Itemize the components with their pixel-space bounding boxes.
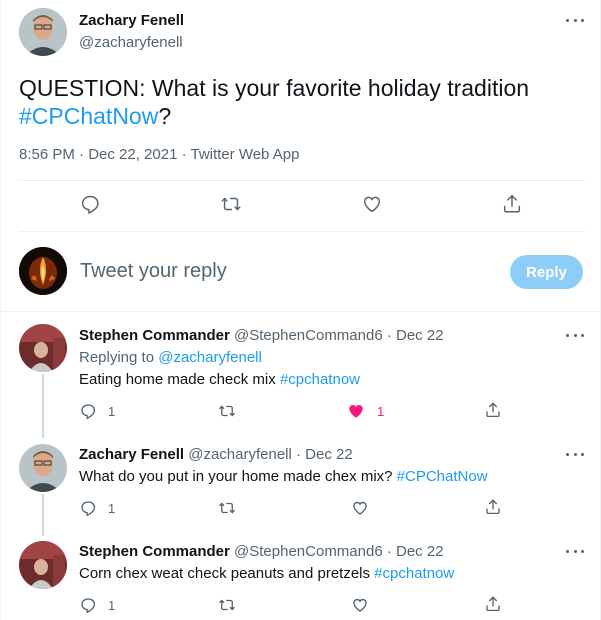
avatar[interactable] xyxy=(19,444,67,492)
reply-icon[interactable] xyxy=(79,499,97,517)
handle-time[interactable]: @StephenCommand6 · Dec 22 xyxy=(234,327,444,344)
tweet-meta[interactable]: 8:56 PM · Dec 22, 2021 · Twitter Web App xyxy=(19,146,299,163)
tweet-thread-page: Zachary Fenell @zacharyfenell QUESTION: … xyxy=(0,0,601,620)
handle-time[interactable]: @zacharyfenell · Dec 22 xyxy=(188,446,352,463)
like-icon[interactable] xyxy=(361,193,383,215)
more-icon[interactable] xyxy=(566,546,584,556)
like-icon-active[interactable] xyxy=(346,401,366,421)
reply-button-label: Reply xyxy=(526,263,567,281)
share-icon[interactable] xyxy=(484,498,502,516)
share-icon[interactable] xyxy=(484,595,502,613)
share-icon[interactable] xyxy=(501,193,523,215)
reply-icon[interactable] xyxy=(79,193,101,215)
divider xyxy=(19,180,585,181)
reply-header: Stephen Commander @StephenCommand6 · Dec… xyxy=(79,543,444,560)
replying-to-prefix: Replying to xyxy=(79,349,159,366)
retweet-icon[interactable] xyxy=(217,402,237,420)
replying-to: Replying to @zacharyfenell xyxy=(79,349,262,366)
author-name[interactable]: Stephen Commander xyxy=(79,543,230,560)
like-icon[interactable] xyxy=(351,596,369,614)
reply-text: What do you put in your home made chex m… xyxy=(79,468,488,485)
hashtag-link[interactable]: #cpchatnow xyxy=(374,565,454,582)
retweet-icon[interactable] xyxy=(217,499,237,517)
share-icon[interactable] xyxy=(484,401,502,419)
retweet-icon[interactable] xyxy=(217,596,237,614)
reply-input[interactable]: Tweet your reply xyxy=(80,260,227,283)
author-name[interactable]: Zachary Fenell xyxy=(79,12,184,29)
more-icon[interactable] xyxy=(566,449,584,459)
more-icon[interactable] xyxy=(566,15,584,25)
reply-header: Stephen Commander @StephenCommand6 · Dec… xyxy=(79,327,444,344)
avatar[interactable] xyxy=(19,324,67,372)
reply-text-body: What do you put in your home made chex m… xyxy=(79,468,397,485)
reply-text-body: Corn chex weat check peanuts and pretzel… xyxy=(79,565,375,582)
hashtag-link[interactable]: #CPChatNow xyxy=(19,103,158,129)
author-handle[interactable]: @zacharyfenell xyxy=(79,34,183,51)
author-name[interactable]: Stephen Commander xyxy=(79,327,230,344)
mention-link[interactable]: @zacharyfenell xyxy=(158,349,262,366)
tweet-text-body: QUESTION: What is your favorite holiday … xyxy=(19,75,530,101)
thread-line xyxy=(42,494,44,536)
reply-count: 1 xyxy=(108,598,116,613)
reply-text: Eating home made check mix #cpchatnow xyxy=(79,371,360,388)
avatar[interactable] xyxy=(19,8,67,56)
reply-text-body: Eating home made check mix xyxy=(79,371,280,388)
reply-count: 1 xyxy=(108,404,116,419)
more-icon[interactable] xyxy=(566,330,584,340)
hashtag-link[interactable]: #cpchatnow xyxy=(280,371,360,388)
divider xyxy=(1,311,601,312)
hashtag-link[interactable]: #CPChatNow xyxy=(397,468,488,485)
tweet-text: QUESTION: What is your favorite holiday … xyxy=(19,74,579,130)
reply-count: 1 xyxy=(108,501,116,516)
divider xyxy=(19,231,585,232)
reply-button[interactable]: Reply xyxy=(510,255,583,289)
like-count: 1 xyxy=(377,404,385,419)
tweet-text-end: ? xyxy=(158,103,172,129)
composer-avatar[interactable] xyxy=(19,247,67,295)
avatar[interactable] xyxy=(19,541,67,589)
thread-line xyxy=(42,374,44,438)
like-icon[interactable] xyxy=(351,499,369,517)
handle-time[interactable]: @StephenCommand6 · Dec 22 xyxy=(234,543,444,560)
reply-icon[interactable] xyxy=(79,596,97,614)
reply-text: Corn chex weat check peanuts and pretzel… xyxy=(79,565,454,582)
reply-header: Zachary Fenell @zacharyfenell · Dec 22 xyxy=(79,446,353,463)
reply-icon[interactable] xyxy=(79,402,97,420)
retweet-icon[interactable] xyxy=(219,193,243,215)
author-name[interactable]: Zachary Fenell xyxy=(79,446,184,463)
